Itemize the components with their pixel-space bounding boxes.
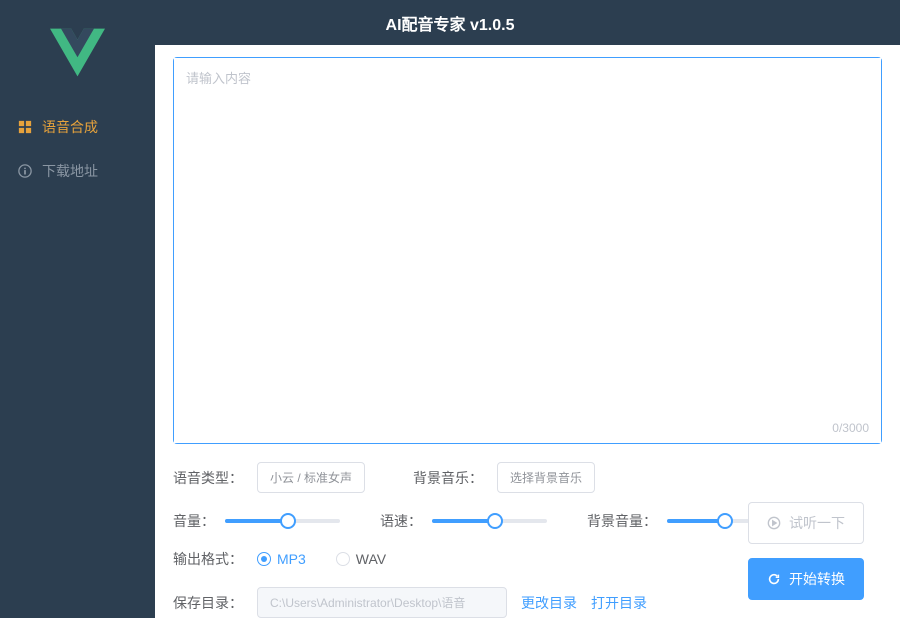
radio-wav[interactable]: WAV (336, 551, 386, 567)
bg-music-select[interactable]: 选择背景音乐 (497, 462, 595, 493)
grid-icon (18, 120, 32, 134)
speed-slider[interactable] (432, 519, 547, 523)
sidebar: 语音合成 下载地址 (0, 45, 155, 618)
sidebar-item-label: 下载地址 (42, 161, 98, 181)
content-textarea[interactable] (174, 58, 881, 443)
radio-circle-icon (257, 552, 271, 566)
save-dir-input[interactable]: C:\Users\Administrator\Desktop\语音 (257, 587, 507, 618)
main-panel: 0/3000 语音类型： 小云 / 标准女声 背景音乐： 选择背景音乐 音量： (155, 45, 900, 618)
sidebar-item-label: 语音合成 (42, 117, 98, 137)
char-counter: 0/3000 (832, 421, 869, 435)
play-icon (767, 516, 781, 530)
open-dir-link[interactable]: 打开目录 (591, 593, 647, 613)
output-format-label: 输出格式： (173, 549, 243, 569)
sidebar-item-download[interactable]: 下载地址 (0, 149, 155, 193)
refresh-icon (767, 572, 781, 586)
vue-logo (0, 15, 155, 105)
radio-circle-icon (336, 552, 350, 566)
voice-type-label: 语音类型： (173, 468, 243, 488)
preview-button[interactable]: 试听一下 (748, 502, 864, 544)
app-title: AI配音专家 v1.0.5 (386, 11, 515, 35)
sidebar-item-tts[interactable]: 语音合成 (0, 105, 155, 149)
text-input-area: 0/3000 (173, 57, 882, 444)
speed-label: 语速： (380, 511, 422, 531)
change-dir-link[interactable]: 更改目录 (521, 593, 577, 613)
save-dir-label: 保存目录： (173, 593, 243, 613)
radio-mp3[interactable]: MP3 (257, 551, 306, 567)
bg-music-label: 背景音乐： (413, 468, 483, 488)
convert-button[interactable]: 开始转换 (748, 558, 864, 600)
bg-volume-label: 背景音量： (587, 511, 657, 531)
volume-slider[interactable] (225, 519, 340, 523)
volume-label: 音量： (173, 511, 215, 531)
info-icon (18, 164, 32, 178)
voice-type-select[interactable]: 小云 / 标准女声 (257, 462, 365, 493)
